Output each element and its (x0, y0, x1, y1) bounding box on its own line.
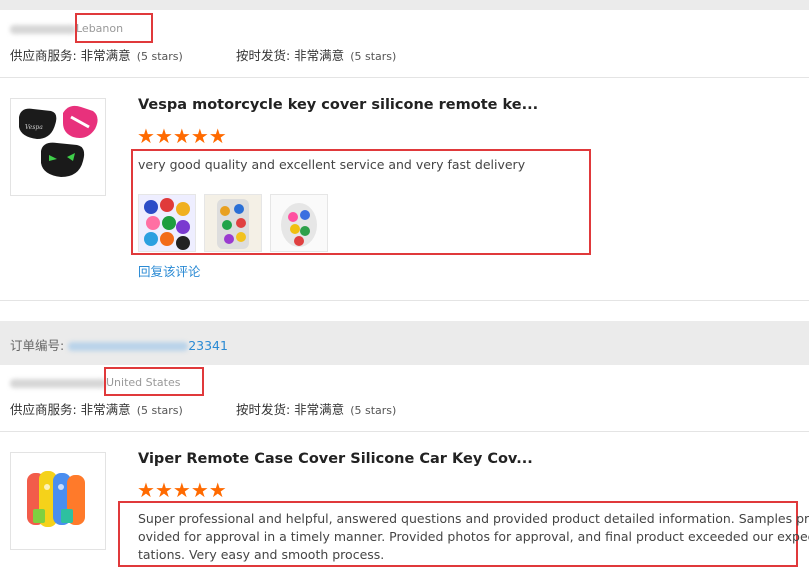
viper-key-covers-image (27, 471, 85, 527)
supplier-service-rating-1: 供应商服务: 非常满意 (5 stars) (10, 45, 183, 64)
blurred-name (10, 24, 76, 34)
star-icon: ★ (137, 478, 155, 502)
supplier-service-label: 供应商服务: 非常满意 (10, 48, 131, 63)
review-line: tations. Very easy and smooth process. (138, 547, 385, 562)
delivery-label: 按时发货: 非常满意 (236, 48, 345, 63)
supplier-service-stars: (5 stars) (136, 50, 183, 63)
star-icon: ★ (208, 478, 227, 502)
supplier-service-stars: (5 stars) (136, 404, 183, 417)
blurred-order-number (68, 342, 189, 351)
divider (0, 431, 809, 432)
delivery-stars: (5 stars) (350, 50, 397, 63)
vespa-key-covers-image: Vespa (19, 105, 98, 177)
divider (0, 300, 809, 301)
photo-key-covers-jar (205, 195, 261, 251)
review-photo-2[interactable] (204, 194, 262, 252)
delivery-label: 按时发货: 非常满意 (236, 402, 345, 417)
top-band (0, 0, 809, 10)
star-icon: ★ (172, 478, 191, 502)
highlight-box-country-2 (104, 367, 204, 396)
review-line: ovided for approval in a timely manner. … (138, 529, 809, 544)
delivery-stars: (5 stars) (350, 404, 397, 417)
photo-key-covers-pile (139, 195, 195, 251)
blurred-name (10, 378, 106, 388)
star-icon: ★ (137, 124, 155, 148)
star-icon: ★ (172, 124, 191, 148)
review-line: Super professional and helpful, answered… (138, 511, 809, 526)
review-text-2: Super professional and helpful, answered… (138, 510, 809, 564)
product-thumbnail-2[interactable] (10, 452, 106, 550)
star-icon: ★ (154, 478, 173, 502)
star-icon: ★ (154, 124, 173, 148)
order-number-suffix[interactable]: 23341 (188, 338, 228, 353)
review-photo-1[interactable] (138, 194, 196, 252)
star-icon: ★ (190, 478, 209, 502)
star-rating-2: ★★★★★ (137, 478, 227, 502)
delivery-rating-2: 按时发货: 非常满意 (5 stars) (236, 399, 396, 418)
order-label: 订单编号: (10, 338, 65, 353)
reply-review-link[interactable]: 回复该评论 (138, 261, 201, 280)
review-photo-3[interactable] (270, 194, 328, 252)
delivery-rating-1: 按时发货: 非常满意 (5 stars) (236, 45, 396, 64)
star-icon: ★ (208, 124, 227, 148)
product-title-2[interactable]: Viper Remote Case Cover Silicone Car Key… (138, 451, 533, 467)
supplier-service-label: 供应商服务: 非常满意 (10, 402, 131, 417)
photo-key-covers-bag (271, 195, 327, 251)
divider (0, 77, 809, 78)
highlight-box-country-1 (75, 13, 153, 43)
review-text-1: very good quality and excellent service … (138, 157, 526, 172)
star-icon: ★ (190, 124, 209, 148)
svg-text:Vespa: Vespa (25, 124, 43, 131)
product-title-1[interactable]: Vespa motorcycle key cover silicone remo… (138, 97, 538, 113)
supplier-service-rating-2: 供应商服务: 非常满意 (5 stars) (10, 399, 183, 418)
order-number-2: 订单编号: 23341 (10, 335, 228, 354)
product-thumbnail-1[interactable]: Vespa (10, 98, 106, 196)
star-rating-1: ★★★★★ (137, 124, 227, 148)
